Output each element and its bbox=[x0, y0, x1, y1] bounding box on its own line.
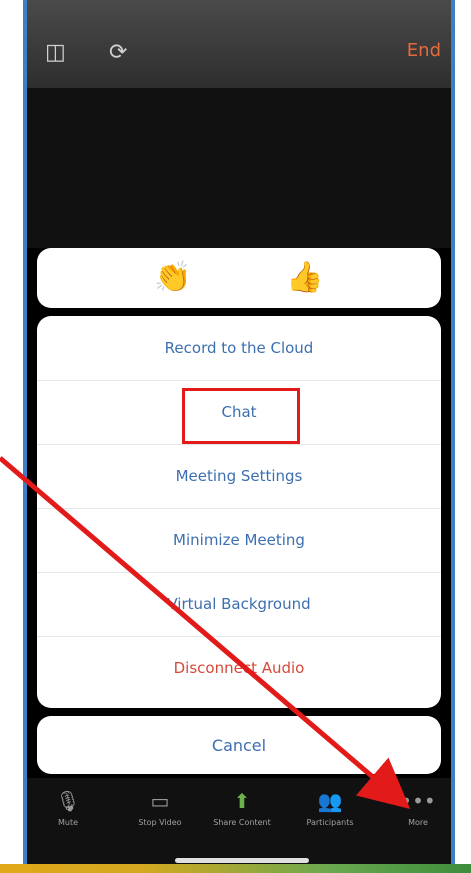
clap-icon[interactable]: 👏 bbox=[152, 257, 194, 299]
speaker-icon[interactable]: ◫ bbox=[45, 40, 66, 65]
more-icon: ••• bbox=[400, 789, 436, 813]
menu-item-record-cloud[interactable]: Record to the Cloud bbox=[37, 316, 441, 380]
mute-label: Mute bbox=[57, 818, 79, 827]
participants-button[interactable]: 👥 Participants bbox=[295, 788, 365, 827]
microphone-icon: 🎙 bbox=[55, 789, 81, 813]
share-icon: ⬆ bbox=[233, 789, 251, 813]
reactions-card: 👏 👍 bbox=[37, 248, 441, 308]
camera-switch-icon[interactable]: ⟳ bbox=[109, 40, 127, 65]
video-area bbox=[27, 88, 451, 248]
menu-item-virtual-background[interactable]: Virtual Background bbox=[37, 572, 441, 636]
stop-video-button[interactable]: ▭ Stop Video bbox=[125, 788, 195, 827]
menu-item-disconnect-audio[interactable]: Disconnect Audio bbox=[37, 636, 441, 700]
chat-highlight-box bbox=[182, 388, 300, 444]
participants-icon: 👥 bbox=[317, 789, 343, 813]
top-bar: ◫ ⟳ End bbox=[27, 0, 451, 88]
menu-item-minimize-meeting[interactable]: Minimize Meeting bbox=[37, 508, 441, 572]
share-content-label: Share Content bbox=[213, 818, 271, 827]
video-icon: ▭ bbox=[150, 789, 170, 813]
more-button[interactable]: ••• More bbox=[383, 788, 451, 827]
participants-label: Participants bbox=[306, 818, 354, 827]
menu-item-meeting-settings[interactable]: Meeting Settings bbox=[37, 444, 441, 508]
meeting-toolbar: 🎙 Mute ▭ Stop Video ⬆ Share Content 👥 Pa… bbox=[27, 778, 451, 873]
home-indicator bbox=[175, 858, 309, 863]
bottom-color-strip bbox=[0, 864, 471, 873]
more-label: More bbox=[408, 818, 428, 827]
stop-video-label: Stop Video bbox=[138, 818, 182, 827]
share-content-button[interactable]: ⬆ Share Content bbox=[207, 788, 277, 827]
mute-button[interactable]: 🎙 Mute bbox=[33, 788, 103, 827]
more-menu: Record to the Cloud Chat Meeting Setting… bbox=[37, 316, 441, 708]
leave-button[interactable]: End bbox=[407, 40, 441, 61]
cancel-button[interactable]: Cancel bbox=[37, 716, 441, 774]
thumbs-up-icon[interactable]: 👍 bbox=[284, 257, 326, 299]
